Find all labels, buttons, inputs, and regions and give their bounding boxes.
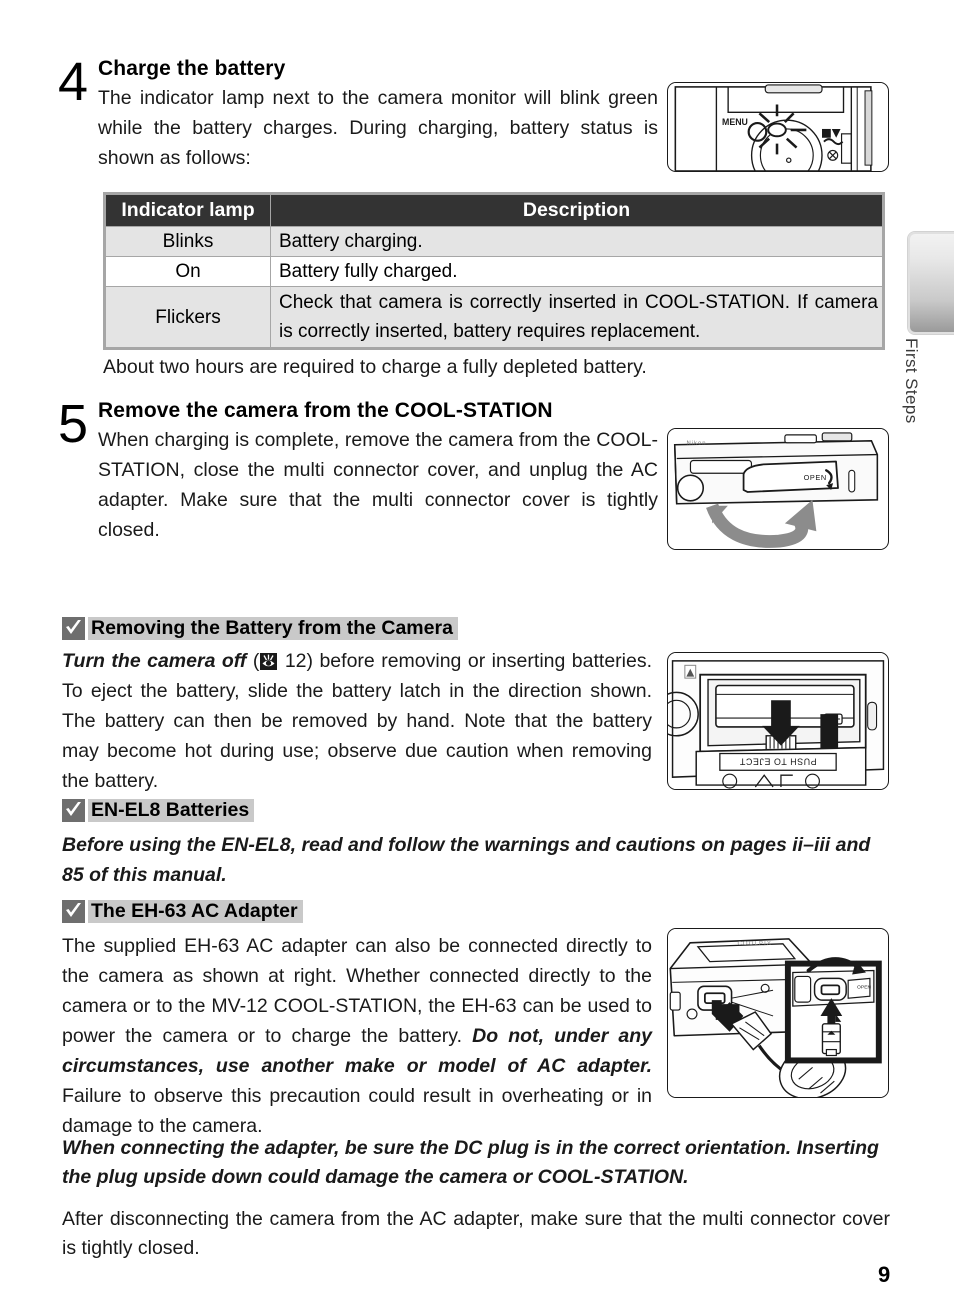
table-row: On Battery fully charged. bbox=[104, 256, 884, 287]
indicator-lamp-table: Indicator lamp Description Blinks Batter… bbox=[103, 192, 885, 350]
chapter-side-tab-label: First Steps bbox=[902, 338, 921, 424]
check-icon bbox=[62, 900, 85, 923]
note-heading-label: Removing the Battery from the Camera bbox=[88, 617, 458, 640]
table-cell-description: Check that camera is correctly inserted … bbox=[270, 286, 884, 349]
note-reference-page: 12) bbox=[284, 650, 314, 672]
table-row: Flickers Check that camera is correctly … bbox=[104, 286, 884, 349]
table-cell-description: Battery fully charged. bbox=[270, 256, 884, 287]
note-heading-label: EN-EL8 Batteries bbox=[88, 799, 255, 822]
figure-push-to-eject-label: PUSH TO EJECT bbox=[739, 756, 816, 766]
charge-time-note: About two hours are required to charge a… bbox=[103, 356, 647, 378]
note-body-removing-battery: Turn the camera off ( 12) before removin… bbox=[62, 650, 652, 792]
step-5: 5 Remove the camera from the COOL-STATIO… bbox=[58, 394, 658, 545]
step-4-body: The indicator lamp next to the camera mo… bbox=[98, 87, 658, 169]
check-icon bbox=[62, 799, 85, 822]
table-cell-description: Battery charging. bbox=[270, 226, 884, 257]
note-heading-removing-battery: Removing the Battery from the Camera bbox=[62, 617, 458, 640]
step-5-body: When charging is complete, remove the ca… bbox=[98, 429, 658, 541]
step-4-title: Charge the battery bbox=[98, 57, 286, 80]
figure-menu-label: MENU bbox=[722, 117, 748, 127]
note-heading-eh63: The EH-63 AC Adapter bbox=[62, 900, 303, 923]
note-body-en-el8: Before using the EN-EL8, read and follow… bbox=[62, 834, 871, 886]
table-cell-lamp: Flickers bbox=[104, 286, 271, 349]
table-row: Blinks Battery charging. bbox=[104, 226, 884, 257]
note-warning-dc-plug: When connecting the adapter, be sure the… bbox=[62, 1137, 879, 1188]
note-lead-emphasis: Turn the camera off bbox=[62, 650, 247, 672]
table-cell-lamp: On bbox=[104, 256, 271, 287]
svg-text:Nikon: Nikon bbox=[687, 441, 707, 447]
check-icon bbox=[62, 617, 85, 640]
step-5-title: Remove the camera from the COOL-STATION bbox=[98, 399, 553, 422]
figure-ac-adapter: COOLPIX OPEN bbox=[667, 928, 889, 1098]
svg-text:COOLPIX: COOLPIX bbox=[737, 941, 772, 947]
figure-camera-back: MENU bbox=[667, 82, 889, 172]
page-number: 9 bbox=[878, 1262, 891, 1287]
figure-inset-open-label: OPEN bbox=[857, 984, 871, 990]
figure-cool-station-release: Nikon OPEN bbox=[667, 428, 889, 550]
manual-page: 4 Charge the battery The indicator lamp … bbox=[0, 0, 954, 1314]
figure-open-label: OPEN bbox=[804, 473, 827, 482]
step-5-number: 5 bbox=[58, 394, 88, 454]
note-heading-label: The EH-63 AC Adapter bbox=[88, 900, 303, 923]
step-4-number: 4 bbox=[58, 52, 88, 112]
note-body-eh63: The supplied EH-63 AC adapter can also b… bbox=[62, 931, 652, 1141]
note-heading-en-el8: EN-EL8 Batteries bbox=[62, 799, 255, 822]
chapter-side-tab bbox=[908, 232, 954, 334]
reference-eye-icon bbox=[260, 653, 278, 670]
step-4: 4 Charge the battery The indicator lamp … bbox=[58, 52, 658, 173]
table-header-row: Indicator lamp Description bbox=[104, 193, 884, 227]
figure-battery-compartment: PUSH TO EJECT bbox=[667, 652, 889, 790]
eh63-text-part2: Failure to observe this precaution could… bbox=[62, 1085, 652, 1137]
note-closing-paragraph: After disconnecting the camera from the … bbox=[62, 1208, 890, 1259]
table-header-description: Description bbox=[270, 193, 884, 227]
table-header-lamp: Indicator lamp bbox=[104, 193, 271, 227]
table-cell-lamp: Blinks bbox=[104, 226, 271, 257]
